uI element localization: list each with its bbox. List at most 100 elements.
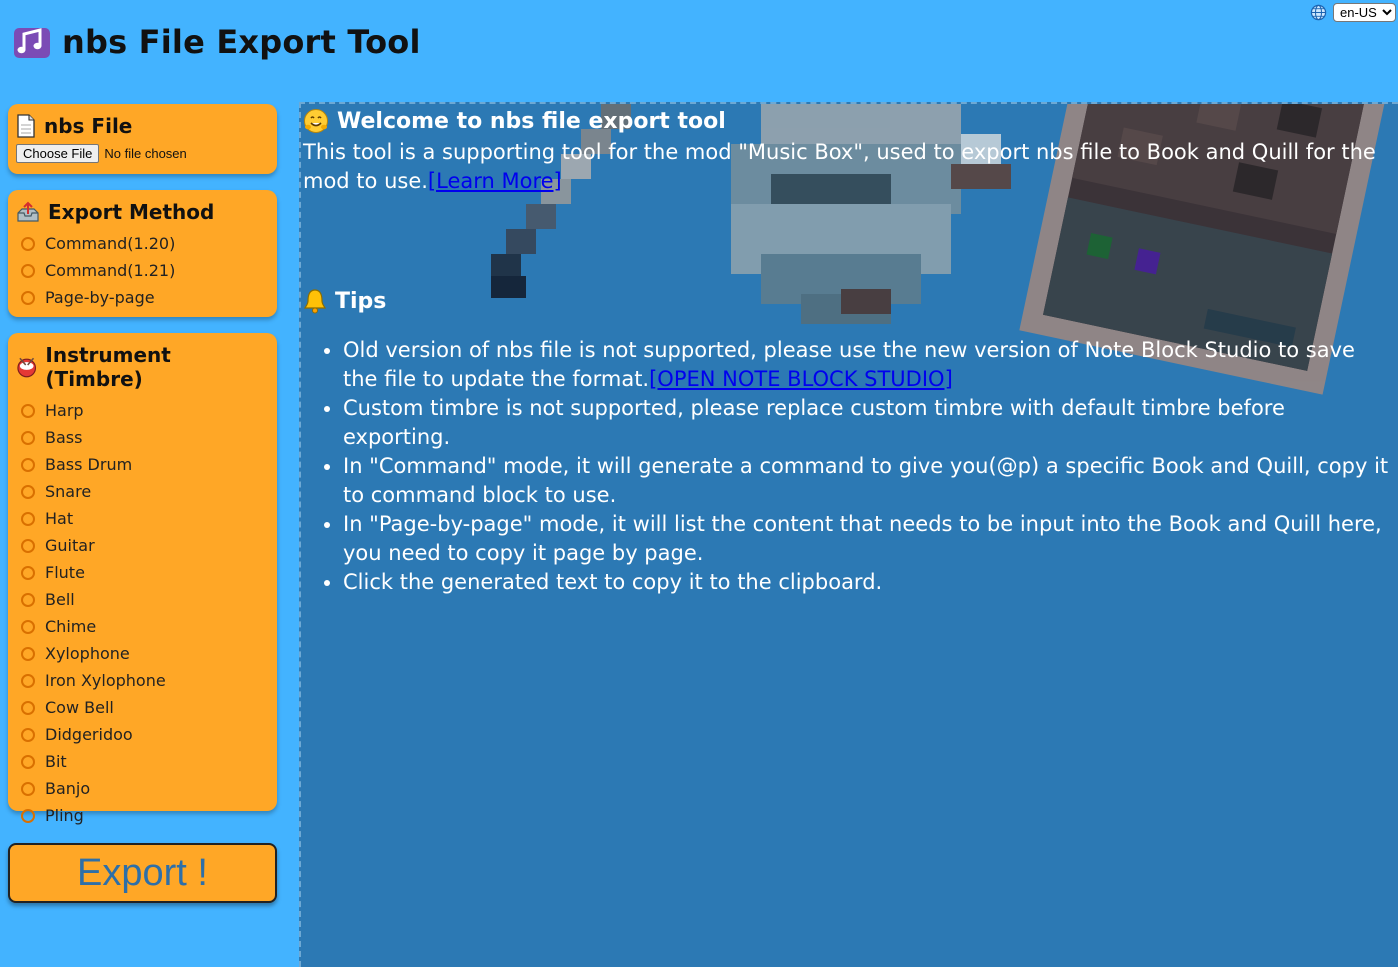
tip-item: Old version of nbs file is not supported…	[343, 336, 1390, 394]
tip-item: Click the generated text to copy it to t…	[343, 568, 1390, 597]
radio-button[interactable]	[21, 781, 35, 796]
instrument-option-label: Flute	[45, 563, 85, 582]
instrument-option[interactable]: Cow Bell	[16, 694, 269, 721]
welcome-text: This tool is a supporting tool for the m…	[303, 138, 1396, 196]
radio-button[interactable]	[21, 263, 35, 278]
export-method-option-label: Command(1.20)	[45, 234, 176, 253]
welcome-title: Welcome to nbs file export tool	[303, 108, 1396, 134]
choose-file-button[interactable]: Choose File	[16, 144, 100, 163]
tips-title: Tips	[303, 288, 1396, 314]
instrument-option[interactable]: Hat	[16, 505, 269, 532]
tip-text: In "Command" mode, it will generate a co…	[343, 454, 1389, 507]
instrument-option[interactable]: Snare	[16, 478, 269, 505]
instrument-option[interactable]: Bass	[16, 424, 269, 451]
file-panel: nbs File Choose File No file chosen	[8, 104, 277, 174]
instrument-options: Harp Bass Bass Drum Snare Hat Guitar Flute Bell…	[16, 397, 269, 829]
instrument-option-label: Chime	[45, 617, 97, 636]
instrument-option[interactable]: Didgeridoo	[16, 721, 269, 748]
export-method-options: Command(1.20) Command(1.21) Page-by-page	[16, 230, 269, 311]
instrument-option-label: Iron Xylophone	[45, 671, 166, 690]
export-button[interactable]: Export !	[8, 843, 277, 903]
file-panel-title-text: nbs File	[44, 114, 133, 138]
radio-button[interactable]	[21, 700, 35, 715]
main-content: Welcome to nbs file export tool This too…	[299, 102, 1398, 967]
language-select[interactable]: en-US	[1333, 3, 1396, 22]
instrument-option-label: Banjo	[45, 779, 91, 798]
instrument-option[interactable]: Pling	[16, 802, 269, 829]
instrument-option-label: Bass	[45, 428, 83, 447]
instrument-option[interactable]: Banjo	[16, 775, 269, 802]
tip-item: In "Page-by-page" mode, it will list the…	[343, 510, 1390, 568]
instrument-option[interactable]: Harp	[16, 397, 269, 424]
bell-icon	[304, 289, 326, 314]
instrument-option-label: Bass Drum	[45, 455, 133, 474]
outbox-tray-icon	[17, 201, 39, 222]
radio-button[interactable]	[21, 646, 35, 661]
language-switcher: en-US	[1310, 3, 1396, 22]
radio-button[interactable]	[21, 565, 35, 580]
learn-more-link[interactable]: [Learn More]	[428, 169, 562, 193]
instrument-panel: Instrument (Timbre) Harp Bass Bass Drum Sna…	[8, 333, 277, 825]
instrument-option[interactable]: Flute	[16, 559, 269, 586]
radio-button[interactable]	[21, 457, 35, 472]
app-title: nbs File Export Tool	[62, 23, 421, 61]
instrument-option[interactable]: Guitar	[16, 532, 269, 559]
instrument-option[interactable]: Bass Drum	[16, 451, 269, 478]
instrument-option[interactable]: Chime	[16, 613, 269, 640]
instrument-option[interactable]: Bit	[16, 748, 269, 775]
radio-button[interactable]	[21, 430, 35, 445]
globe-icon	[1310, 4, 1327, 21]
tip-item: In "Command" mode, it will generate a co…	[343, 452, 1390, 510]
hugging-face-icon	[304, 109, 328, 133]
instrument-option-label: Didgeridoo	[45, 725, 133, 744]
instrument-title: Instrument (Timbre)	[16, 343, 269, 391]
tip-text: In "Page-by-page" mode, it will list the…	[343, 512, 1382, 565]
radio-button[interactable]	[21, 236, 35, 251]
header: nbs File Export Tool	[12, 22, 421, 62]
music-note-icon	[14, 28, 50, 58]
radio-button[interactable]	[21, 484, 35, 499]
file-panel-title: nbs File	[16, 114, 269, 138]
instrument-option[interactable]: Xylophone	[16, 640, 269, 667]
tips-title-text: Tips	[335, 288, 387, 314]
radio-button[interactable]	[21, 290, 35, 305]
instrument-option-label: Bell	[45, 590, 75, 609]
export-method-option[interactable]: Command(1.21)	[16, 257, 269, 284]
radio-button[interactable]	[21, 403, 35, 418]
radio-button[interactable]	[21, 511, 35, 526]
radio-button[interactable]	[21, 673, 35, 688]
export-method-option[interactable]: Page-by-page	[16, 284, 269, 311]
instrument-option-label: Bit	[45, 752, 67, 771]
export-method-option[interactable]: Command(1.20)	[16, 230, 269, 257]
welcome-title-text: Welcome to nbs file export tool	[337, 108, 726, 134]
radio-button[interactable]	[21, 619, 35, 634]
instrument-option-label: Hat	[45, 509, 74, 528]
instrument-option-label: Cow Bell	[45, 698, 114, 717]
document-icon	[17, 114, 35, 138]
drum-icon	[17, 357, 37, 378]
export-method-option-label: Page-by-page	[45, 288, 155, 307]
file-input: Choose File No file chosen	[16, 144, 269, 163]
instrument-option[interactable]: Bell	[16, 586, 269, 613]
note-block-studio-link[interactable]: [OPEN NOTE BLOCK STUDIO]	[649, 367, 953, 391]
instrument-option-label: Xylophone	[45, 644, 130, 663]
file-status: No file chosen	[104, 146, 187, 161]
radio-button[interactable]	[21, 808, 35, 823]
tip-text: Click the generated text to copy it to t…	[343, 570, 883, 594]
instrument-title-text: Instrument (Timbre)	[45, 343, 171, 391]
tip-text: Custom timbre is not supported, please r…	[343, 396, 1285, 449]
instrument-option-label: Guitar	[45, 536, 95, 555]
radio-button[interactable]	[21, 592, 35, 607]
export-method-panel: Export Method Command(1.20) Command(1.21)…	[8, 190, 277, 317]
instrument-option-label: Harp	[45, 401, 84, 420]
export-method-title: Export Method	[16, 200, 269, 224]
instrument-option[interactable]: Iron Xylophone	[16, 667, 269, 694]
export-method-option-label: Command(1.21)	[45, 261, 176, 280]
radio-button[interactable]	[21, 538, 35, 553]
instrument-option-label: Snare	[45, 482, 92, 501]
content-area: Welcome to nbs file export tool This too…	[301, 104, 1398, 597]
radio-button[interactable]	[21, 727, 35, 742]
radio-button[interactable]	[21, 754, 35, 769]
instrument-option-label: Pling	[45, 806, 84, 825]
export-method-title-text: Export Method	[48, 200, 215, 224]
